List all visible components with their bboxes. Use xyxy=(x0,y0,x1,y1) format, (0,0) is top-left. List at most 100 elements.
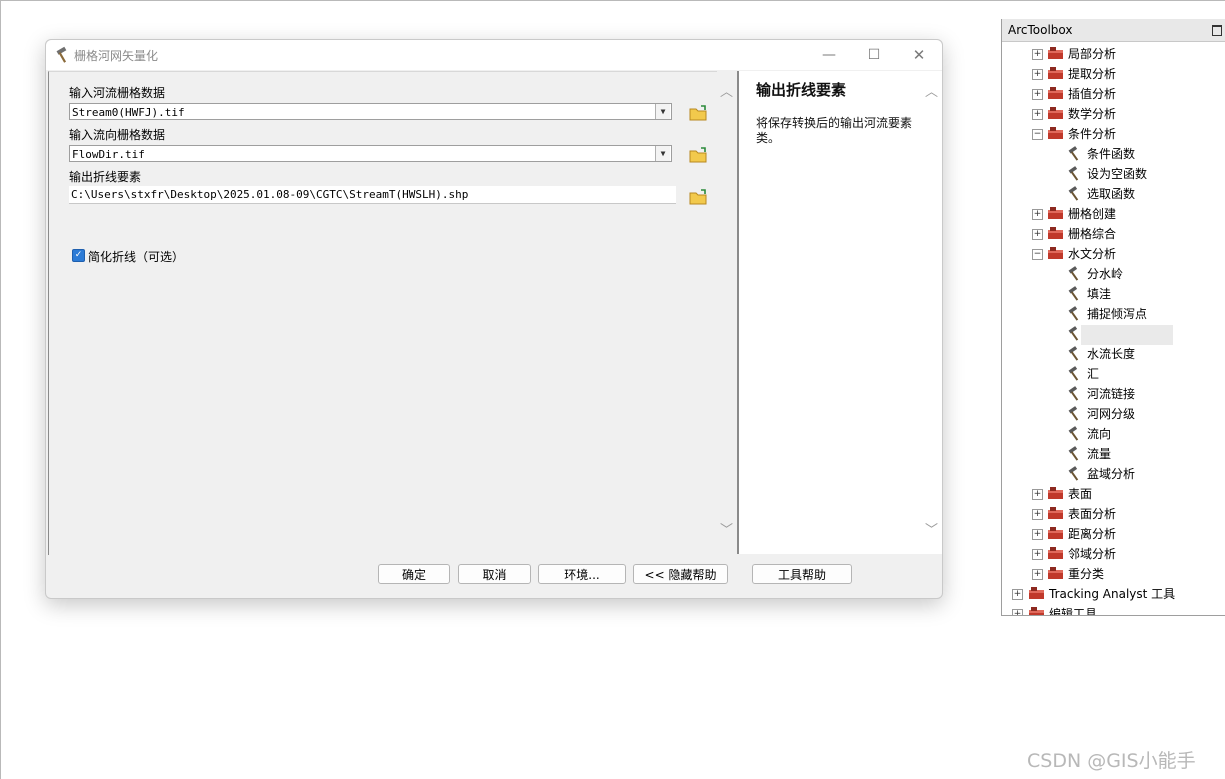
tree-item-label: 分水岭 xyxy=(1087,267,1124,281)
open-folder-icon[interactable] xyxy=(686,185,710,209)
tree-item-label: 重分类 xyxy=(1068,567,1105,581)
arctoolbox-header[interactable]: ArcToolbox xyxy=(1002,19,1225,42)
tool-item[interactable]: 流向 xyxy=(1002,424,1225,444)
toolset-item[interactable]: + 编辑工具 xyxy=(1002,604,1225,616)
output-path-field[interactable]: C:\Users\stxfr\Desktop\2025.01.08-09\CGT… xyxy=(69,186,676,204)
toolset-item[interactable]: − 条件分析 xyxy=(1002,124,1225,144)
toolset-item[interactable]: + Tracking Analyst 工具 xyxy=(1002,584,1225,604)
chevron-down-icon[interactable]: ﹀ xyxy=(925,519,938,538)
output-label: 输出折线要素 xyxy=(69,170,142,184)
tree-item-label: 汇 xyxy=(1087,367,1100,381)
tool-item[interactable]: 流量 xyxy=(1002,444,1225,464)
collapse-icon[interactable]: − xyxy=(1032,129,1043,140)
tool-item[interactable]: 水流长度 xyxy=(1002,344,1225,364)
expand-icon[interactable]: + xyxy=(1012,609,1023,615)
toolset-item[interactable]: − 水文分析 xyxy=(1002,244,1225,264)
restore-icon[interactable] xyxy=(1212,25,1222,36)
ok-button[interactable]: 确定 xyxy=(378,564,450,584)
toolset-item[interactable]: + 距离分析 xyxy=(1002,524,1225,544)
watermark: CSDN @GIS小能手 xyxy=(1027,750,1196,772)
toolset-item[interactable]: + 提取分析 xyxy=(1002,64,1225,84)
toolset-item[interactable]: + 插值分析 xyxy=(1002,84,1225,104)
toolset-item[interactable]: + 表面 xyxy=(1002,484,1225,504)
parameters-scrollbar[interactable]: ︿ ﹀ xyxy=(717,71,737,554)
tool-item[interactable]: 汇 xyxy=(1002,364,1225,384)
close-button[interactable]: ✕ xyxy=(896,40,942,70)
hide-help-button[interactable]: << 隐藏帮助 xyxy=(633,564,728,584)
open-folder-icon[interactable] xyxy=(686,143,710,167)
expand-icon[interactable]: + xyxy=(1032,509,1043,520)
minimize-button[interactable]: — xyxy=(806,40,852,70)
cancel-button[interactable]: 取消 xyxy=(458,564,531,584)
tool-help-button[interactable]: 工具帮助 xyxy=(752,564,852,584)
dialog-title: 栅格河网矢量化 xyxy=(74,49,159,63)
tree-item-label: 邻域分析 xyxy=(1068,547,1117,561)
expand-icon[interactable]: + xyxy=(1032,69,1043,80)
hammer-icon xyxy=(1067,386,1083,402)
tree-item-label: 编辑工具 xyxy=(1049,607,1098,616)
expand-icon[interactable]: + xyxy=(1032,109,1043,120)
toolbox-icon xyxy=(1047,106,1065,122)
chevron-down-icon[interactable]: ▼ xyxy=(655,146,670,161)
flowdir-combo[interactable]: FlowDir.tif ▼ xyxy=(69,145,672,162)
collapse-icon[interactable]: − xyxy=(1032,249,1043,260)
expand-icon[interactable]: + xyxy=(1032,549,1043,560)
expand-icon[interactable]: + xyxy=(1032,229,1043,240)
tool-item[interactable]: 条件函数 xyxy=(1002,144,1225,164)
toolset-item[interactable]: + 栅格创建 xyxy=(1002,204,1225,224)
toolset-item[interactable]: + 栅格综合 xyxy=(1002,224,1225,244)
expand-icon[interactable]: + xyxy=(1032,89,1043,100)
tool-item[interactable]: 分水岭 xyxy=(1002,264,1225,284)
tool-item[interactable]: 河流链接 xyxy=(1002,384,1225,404)
flowdir-value: FlowDir.tif xyxy=(72,148,145,161)
tool-item[interactable]: 填洼 xyxy=(1002,284,1225,304)
toolset-item[interactable]: + 数学分析 xyxy=(1002,104,1225,124)
open-folder-icon[interactable] xyxy=(686,101,710,125)
chevron-down-icon[interactable]: ▼ xyxy=(655,104,670,119)
tree-item-label: 表面分析 xyxy=(1068,507,1117,521)
expand-icon[interactable]: + xyxy=(1032,209,1043,220)
toolset-item[interactable]: + 表面分析 xyxy=(1002,504,1225,524)
maximize-button[interactable]: ☐ xyxy=(851,40,897,70)
chevron-up-icon[interactable]: ︿ xyxy=(720,81,733,100)
tool-item[interactable]: 设为空函数 xyxy=(1002,164,1225,184)
tool-item[interactable]: 盆域分析 xyxy=(1002,464,1225,484)
expand-icon[interactable]: + xyxy=(1032,49,1043,60)
chevron-down-icon[interactable]: ﹀ xyxy=(720,519,733,538)
expand-icon[interactable]: + xyxy=(1032,569,1043,580)
toolset-item[interactable]: + 局部分析 xyxy=(1002,44,1225,64)
tool-item[interactable]: 河网分级 xyxy=(1002,404,1225,424)
selected-highlight xyxy=(1081,325,1173,345)
hammer-icon xyxy=(1067,266,1083,282)
help-scrollbar[interactable]: ︿ ﹀ xyxy=(922,71,942,554)
tree-item-label: 流向 xyxy=(1087,427,1112,441)
flowdir-label: 输入流向栅格数据 xyxy=(69,128,166,142)
expand-icon[interactable]: + xyxy=(1032,529,1043,540)
tree-item-label: 局部分析 xyxy=(1068,47,1117,61)
toolset-item[interactable]: + 邻域分析 xyxy=(1002,544,1225,564)
tree-item-label: 设为空函数 xyxy=(1087,167,1148,181)
tree-item-label: 盆域分析 xyxy=(1087,467,1136,481)
dialog-titlebar[interactable]: 栅格河网矢量化 — ☐ ✕ xyxy=(46,40,942,70)
toolbox-icon xyxy=(1047,246,1065,262)
environments-button[interactable]: 环境... xyxy=(538,564,626,584)
tree-item-label: 河网分级 xyxy=(1087,407,1136,421)
tree-item-label: 条件函数 xyxy=(1087,147,1136,161)
toolbox-icon xyxy=(1047,526,1065,542)
tree-item-label: 距离分析 xyxy=(1068,527,1117,541)
tool-item[interactable]: 选取函数 xyxy=(1002,184,1225,204)
tool-item[interactable]: 捕捉倾泻点 xyxy=(1002,304,1225,324)
expand-icon[interactable]: + xyxy=(1012,589,1023,600)
hammer-icon xyxy=(1067,426,1083,442)
tree-item-label: 捕捉倾泻点 xyxy=(1087,307,1148,321)
simplify-checkbox[interactable]: ✓ xyxy=(72,249,85,262)
stream-raster-combo[interactable]: Stream0(HWFJ).tif ▼ xyxy=(69,103,672,120)
expand-icon[interactable]: + xyxy=(1032,489,1043,500)
toolbox-icon xyxy=(1047,66,1065,82)
hammer-icon xyxy=(1067,186,1083,202)
toolset-item[interactable]: + 重分类 xyxy=(1002,564,1225,584)
hammer-icon xyxy=(1067,346,1083,362)
simplify-label[interactable]: 简化折线（可选） xyxy=(88,248,184,265)
chevron-up-icon[interactable]: ︿ xyxy=(925,81,938,100)
toolbox-icon xyxy=(1047,46,1065,62)
